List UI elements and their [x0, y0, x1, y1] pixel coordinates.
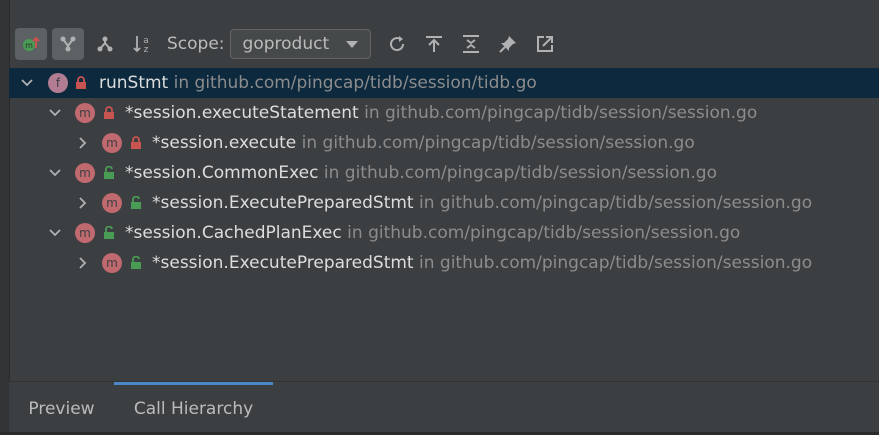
tree-row[interactable]: m *session.ExecutePreparedStmt in github… — [9, 248, 879, 278]
hierarchy-toolbar: m a z Scope: goproduct — [9, 24, 879, 64]
sort-alphabetically-icon: a z — [133, 36, 149, 54]
tree-row-label: *session.ExecutePreparedStmt in github.c… — [152, 193, 813, 213]
open-in-new-button[interactable] — [529, 28, 561, 60]
merge-hierarchy-icon — [60, 36, 76, 52]
private-lock-icon — [76, 76, 86, 89]
chevron-right-icon[interactable] — [73, 253, 93, 273]
tree-row[interactable]: m *session.CachedPlanExec in github.com/… — [9, 218, 879, 248]
public-unlock-icon — [104, 166, 114, 179]
method-icon: m — [102, 133, 122, 153]
method-icon: m — [102, 193, 122, 213]
expand-to-top-icon — [425, 36, 442, 52]
private-lock-icon — [104, 106, 114, 119]
expand-all-button[interactable] — [455, 28, 487, 60]
chevron-down-icon[interactable] — [45, 223, 65, 243]
private-lock-icon — [131, 136, 141, 149]
method-icon: m — [102, 253, 122, 273]
pin-icon — [498, 36, 516, 53]
sort-alphabetically-button[interactable]: a z — [126, 28, 158, 60]
tree-row[interactable]: f runStmt in github.com/pingcap/tidb/ses… — [9, 68, 879, 98]
active-tab-indicator — [114, 382, 273, 385]
public-unlock-icon — [131, 196, 141, 209]
callee-hierarchy-icon — [97, 36, 113, 52]
tree-row[interactable]: m *session.CommonExec in github.com/ping… — [9, 158, 879, 188]
chevron-down-icon[interactable] — [45, 103, 65, 123]
tab-call-hierarchy[interactable]: Call Hierarchy — [114, 382, 273, 435]
refresh-button[interactable] — [381, 28, 413, 60]
chevron-down-icon[interactable] — [17, 73, 37, 93]
merge-hierarchy-button[interactable] — [52, 28, 84, 60]
tree-row[interactable]: m *session.execute in github.com/pingcap… — [9, 128, 879, 158]
chevron-down-icon — [345, 40, 358, 48]
tree-row-label: *session.execute in github.com/pingcap/t… — [152, 133, 695, 153]
caller-hierarchy-button[interactable]: m — [15, 28, 47, 60]
svg-text:z: z — [144, 45, 149, 54]
tab-preview-label: Preview — [28, 398, 95, 419]
public-unlock-icon — [131, 256, 141, 269]
chevron-down-icon[interactable] — [45, 163, 65, 183]
refresh-icon — [389, 36, 404, 52]
tree-row-label: *session.CachedPlanExec in github.com/pi… — [125, 223, 741, 243]
callee-hierarchy-button[interactable] — [89, 28, 121, 60]
tree-row[interactable]: m *session.executeStatement in github.co… — [9, 98, 879, 128]
pin-button[interactable] — [492, 28, 524, 60]
expand-to-top-button[interactable] — [418, 28, 450, 60]
call-hierarchy-tree: f runStmt in github.com/pingcap/tidb/ses… — [9, 68, 879, 278]
expand-all-icon — [462, 35, 479, 53]
scope-dropdown[interactable]: goproduct — [229, 29, 371, 59]
open-in-new-icon — [536, 36, 553, 52]
tree-row[interactable]: m *session.ExecutePreparedStmt in github… — [9, 188, 879, 218]
method-icon: m — [75, 163, 95, 183]
method-icon: m — [75, 103, 95, 123]
chevron-right-icon[interactable] — [73, 193, 93, 213]
tab-preview[interactable]: Preview — [14, 382, 109, 435]
tree-row-label: *session.CommonExec in github.com/pingca… — [125, 163, 717, 183]
scope-label: Scope: — [167, 34, 225, 54]
chevron-right-icon[interactable] — [73, 133, 93, 153]
method-icon: m — [75, 223, 95, 243]
public-unlock-icon — [104, 226, 114, 239]
function-icon: f — [48, 73, 68, 93]
tab-call-hierarchy-label: Call Hierarchy — [133, 398, 254, 419]
tool-window-tabs: Preview Call Hierarchy — [9, 382, 879, 435]
svg-text:m: m — [25, 41, 33, 50]
caller-hierarchy-icon: m — [23, 36, 40, 51]
tree-row-label: runStmt in github.com/pingcap/tidb/sessi… — [99, 73, 537, 93]
scope-value: goproduct — [242, 34, 330, 54]
tree-row-label: *session.executeStatement in github.com/… — [125, 103, 758, 123]
tree-row-label: *session.ExecutePreparedStmt in github.c… — [152, 253, 813, 273]
